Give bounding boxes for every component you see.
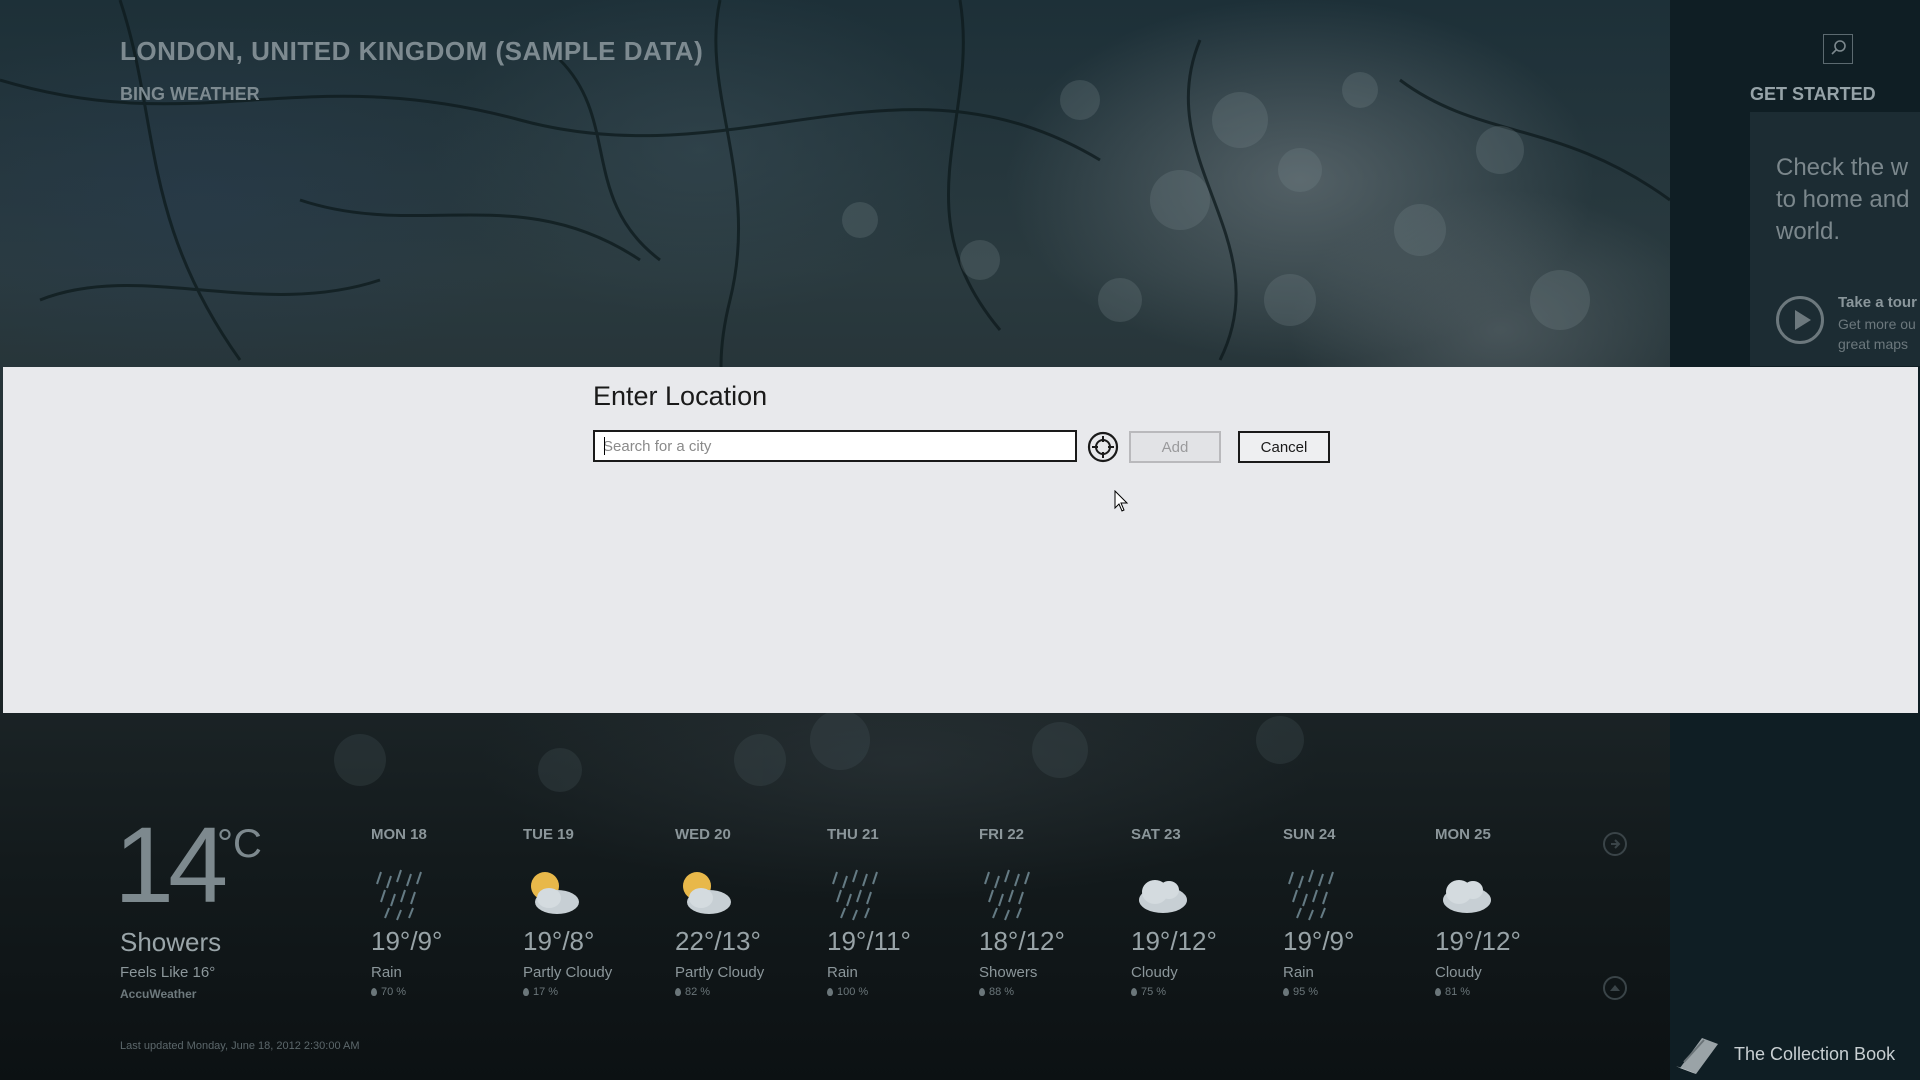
rain-icon (376, 869, 422, 921)
forecast-precip: 70 % (371, 986, 406, 998)
rain-icon (984, 869, 1030, 921)
app-name: BING WEATHER (120, 84, 260, 104)
forecast-day-name: SAT 23 (1131, 826, 1181, 843)
get-started-card[interactable]: Check the w to home and world. Take a to… (1750, 112, 1920, 366)
forecast-precip: 100 % (827, 986, 868, 998)
drop-icon (675, 988, 681, 996)
forecast-precip: 17 % (523, 986, 558, 998)
forecast-condition: Cloudy (1435, 964, 1482, 981)
forecast-precip: 82 % (675, 986, 710, 998)
next-forecast-button[interactable] (1603, 832, 1627, 856)
mouse-cursor-icon (1114, 490, 1129, 512)
tour-description: Get more ou great maps (1838, 316, 1916, 352)
enter-location-dialog: Enter Location Add Cancel (3, 367, 1918, 713)
last-updated: Last updated Monday, June 18, 2012 2:30:… (120, 1040, 360, 1052)
forecast-day[interactable]: SAT 23 19°/12° Cloudy 75 % (1131, 826, 1281, 1006)
forecast-temp: 19°/9° (1283, 926, 1355, 956)
rain-icon (832, 869, 878, 921)
drop-icon (979, 988, 985, 996)
forecast-day[interactable]: TUE 19 19°/8° Partly Cloudy 17 % (523, 826, 673, 1006)
cancel-button[interactable]: Cancel (1238, 431, 1330, 463)
forecast-temp: 19°/11° (827, 926, 911, 956)
forecast-day-name: WED 20 (675, 826, 731, 843)
forecast-condition: Showers (979, 964, 1038, 981)
rain-icon (1288, 869, 1334, 921)
drop-icon (523, 988, 529, 996)
forecast-condition: Rain (827, 964, 858, 981)
forecast-temp: 19°/12° (1435, 926, 1521, 956)
forecast-day[interactable]: THU 21 19°/11° Rain 100 % (827, 826, 977, 1006)
collection-book-watermark: The Collection Book (1672, 1032, 1895, 1076)
forecast-day-name: MON 18 (371, 826, 427, 843)
cloud-icon (1139, 880, 1187, 913)
partly-cloudy-icon (531, 872, 579, 914)
book-icon (1676, 1038, 1718, 1074)
tour-title[interactable]: Take a tour (1838, 294, 1917, 311)
forecast-day[interactable]: MON 25 19°/12° Cloudy 81 % (1435, 826, 1585, 1006)
forecast-condition: Rain (371, 964, 402, 981)
drop-icon (1283, 988, 1289, 996)
forecast-day-name: TUE 19 (523, 826, 574, 843)
forecast-temp: 19°/9° (371, 926, 443, 956)
get-started-card-text: Check the w to home and world. (1776, 154, 1910, 245)
forecast-day-name: THU 21 (827, 826, 879, 843)
forecast-day-name: MON 25 (1435, 826, 1491, 843)
locate-icon (1087, 431, 1119, 463)
forecast-day-name: SUN 24 (1283, 826, 1336, 843)
forecast-day[interactable]: WED 20 22°/13° Partly Cloudy 82 % (675, 826, 825, 1006)
forecast-temp: 18°/12° (979, 926, 1065, 956)
forecast-condition: Rain (1283, 964, 1314, 981)
forecast-day[interactable]: MON 18 19°/9° Rain 70 % (371, 826, 521, 1006)
forecast-condition: Cloudy (1131, 964, 1178, 981)
text-caret (604, 437, 605, 455)
forecast-day-name: FRI 22 (979, 826, 1025, 843)
forecast-precip: 95 % (1283, 986, 1318, 998)
forecast-precip: 81 % (1435, 986, 1470, 998)
data-source[interactable]: AccuWeather (120, 987, 196, 1001)
forecast-day[interactable]: FRI 22 18°/12° Showers 88 % (979, 826, 1129, 1006)
dialog-title: Enter Location (593, 381, 768, 411)
expand-up-button[interactable] (1603, 976, 1627, 1000)
search-button[interactable] (1823, 34, 1853, 64)
arrow-right-icon (1611, 839, 1621, 849)
forecast-temp: 22°/13° (675, 926, 761, 956)
forecast-temp: 19°/12° (1131, 926, 1217, 956)
locate-me-button[interactable] (1087, 431, 1119, 463)
drop-icon (1131, 988, 1137, 996)
drop-icon (371, 988, 377, 996)
partly-cloudy-icon (683, 872, 731, 914)
current-temperature: 14 (114, 804, 228, 925)
cloud-icon (1443, 880, 1491, 913)
search-icon (1831, 40, 1846, 55)
arrow-up-icon (1610, 985, 1620, 991)
forecast-temp: 19°/8° (523, 926, 595, 956)
play-icon[interactable] (1776, 296, 1824, 344)
collection-label: The Collection Book (1734, 1043, 1896, 1064)
location-title: LONDON, UNITED KINGDOM (SAMPLE DATA) (120, 36, 704, 66)
add-button[interactable]: Add (1129, 431, 1221, 463)
feels-like: Feels Like 16° (120, 964, 216, 981)
forecast-condition: Partly Cloudy (523, 964, 613, 981)
temperature-unit[interactable]: °C (217, 822, 262, 867)
forecast-precip: 75 % (1131, 986, 1166, 998)
city-search-input[interactable] (593, 430, 1077, 462)
drop-icon (1435, 988, 1441, 996)
drop-icon (827, 988, 833, 996)
get-started-title: GET STARTED (1750, 84, 1876, 104)
forecast-day[interactable]: SUN 24 19°/9° Rain 95 % (1283, 826, 1433, 1006)
forecast-condition: Partly Cloudy (675, 964, 765, 981)
forecast-precip: 88 % (979, 986, 1014, 998)
current-condition: Showers (120, 927, 222, 957)
